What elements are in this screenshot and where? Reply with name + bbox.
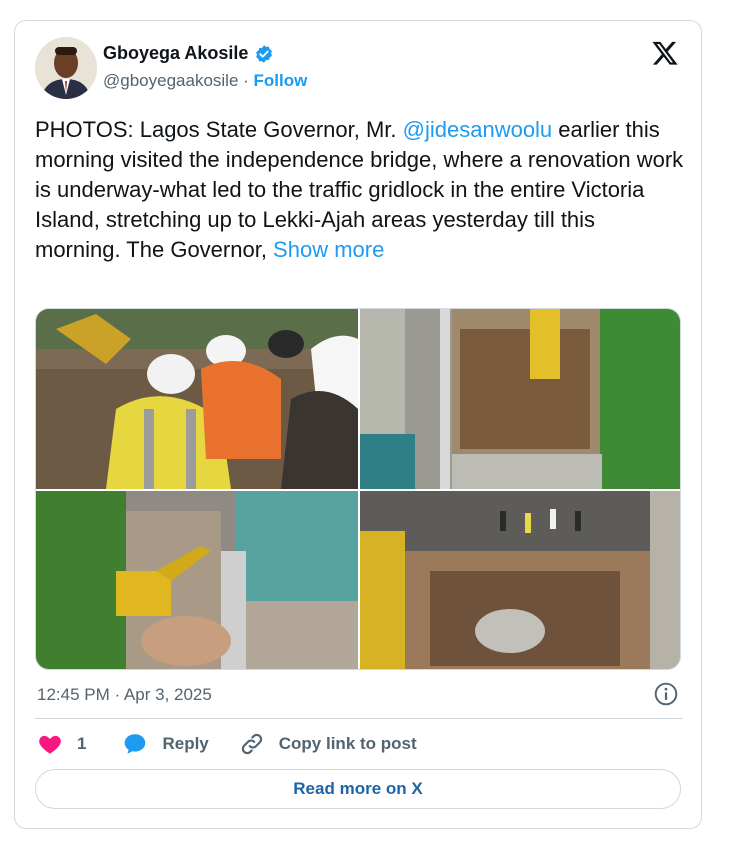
avatar[interactable] [35,37,97,99]
photo-site-overview[interactable] [360,491,680,669]
divider [35,718,683,719]
action-bar: 1 Reply Copy link to post [37,729,417,759]
author-name-row: Gboyega Akosile [103,43,274,64]
tweet-timestamp[interactable]: 12:45 PM · Apr 3, 2025 [37,685,212,705]
author-handle[interactable]: @gboyegaakosile [103,71,238,90]
info-icon[interactable] [653,681,679,707]
reply-button[interactable]: Reply [122,731,209,757]
x-logo-icon[interactable] [651,39,679,67]
tweet-text: PHOTOS: Lagos State Governor, Mr. @jides… [35,115,685,265]
show-more-link[interactable]: Show more [273,237,384,262]
author-name[interactable]: Gboyega Akosile [103,43,248,64]
link-icon [241,733,262,755]
photo-officials-inspecting[interactable] [36,309,358,489]
like-button[interactable]: 1 [37,731,86,757]
speech-bubble-icon [125,734,146,754]
tweet-card: Gboyega Akosile @gboyegaakosile · Follow… [14,20,702,829]
copy-link-button[interactable]: Copy link to post [239,731,417,757]
photo-grid [35,308,681,670]
copy-link-label: Copy link to post [278,734,417,753]
photo-aerial-excavation[interactable] [360,309,680,489]
follow-button[interactable]: Follow [254,71,308,90]
read-more-button[interactable]: Read more on X [35,769,681,809]
handle-separator: · [238,71,254,90]
photo-bridge-excavator[interactable] [36,491,358,669]
like-count: 1 [77,734,87,753]
mention-link[interactable]: @jidesanwoolu [403,117,553,142]
tweet-text-start: PHOTOS: Lagos State Governor, Mr. [35,117,403,142]
reply-label: Reply [162,734,209,753]
verified-badge-icon [256,44,273,63]
author-handle-row: @gboyegaakosile · Follow [103,71,307,91]
heart-icon [39,735,61,754]
